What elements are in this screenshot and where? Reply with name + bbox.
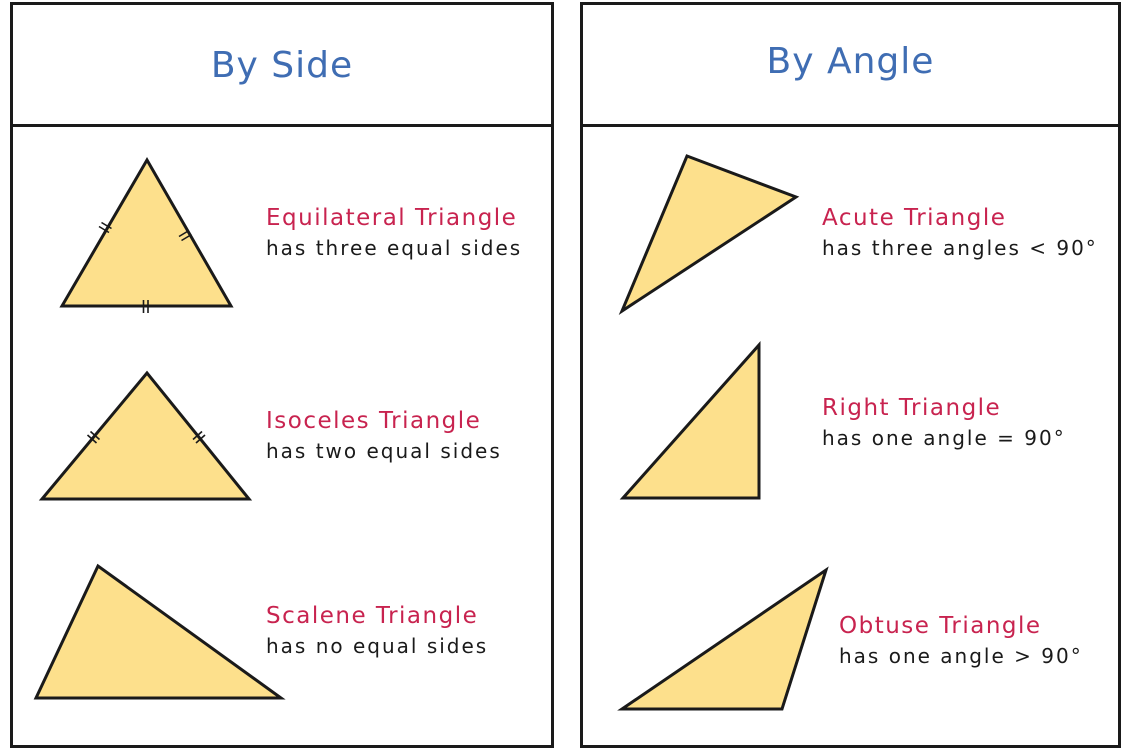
scalene-triangle-name: Scalene Triangle bbox=[266, 603, 479, 629]
obtuse-triangle-description: has one angle > 90° bbox=[839, 644, 1083, 668]
equilateral-triangle-name: Equilateral Triangle bbox=[266, 205, 518, 231]
obtuse-triangle-shape bbox=[617, 566, 829, 711]
equilateral-triangle-description: has three equal sides bbox=[266, 236, 523, 260]
isoceles-triangle-description: has two equal sides bbox=[266, 439, 502, 463]
acute-triangle-description: has three angles < 90° bbox=[822, 236, 1098, 260]
equilateral-label: Equilateral Triangle has three equal sid… bbox=[266, 203, 522, 263]
equilateral-triangle-shape bbox=[59, 157, 234, 308]
isoceles-triangle-shape bbox=[38, 370, 253, 501]
obtuse-label: Obtuse Triangle has one angle > 90° bbox=[839, 611, 1083, 671]
acute-triangle-shape bbox=[618, 154, 800, 315]
isoceles-triangle-name: Isoceles Triangle bbox=[266, 408, 482, 434]
isoceles-label: Isoceles Triangle has two equal sides bbox=[266, 406, 502, 466]
scalene-label: Scalene Triangle has no equal sides bbox=[266, 601, 488, 661]
obtuse-triangle-name: Obtuse Triangle bbox=[839, 613, 1042, 639]
acute-triangle-name: Acute Triangle bbox=[822, 205, 1007, 231]
right-triangle-description: has one angle = 90° bbox=[822, 426, 1066, 450]
right-triangle-name: Right Triangle bbox=[822, 395, 1002, 421]
scalene-triangle-shape bbox=[33, 563, 286, 700]
scalene-triangle-description: has no equal sides bbox=[266, 634, 489, 658]
right-label: Right Triangle has one angle = 90° bbox=[822, 393, 1066, 453]
right-triangle-shape bbox=[619, 341, 761, 500]
acute-label: Acute Triangle has three angles < 90° bbox=[822, 203, 1098, 263]
